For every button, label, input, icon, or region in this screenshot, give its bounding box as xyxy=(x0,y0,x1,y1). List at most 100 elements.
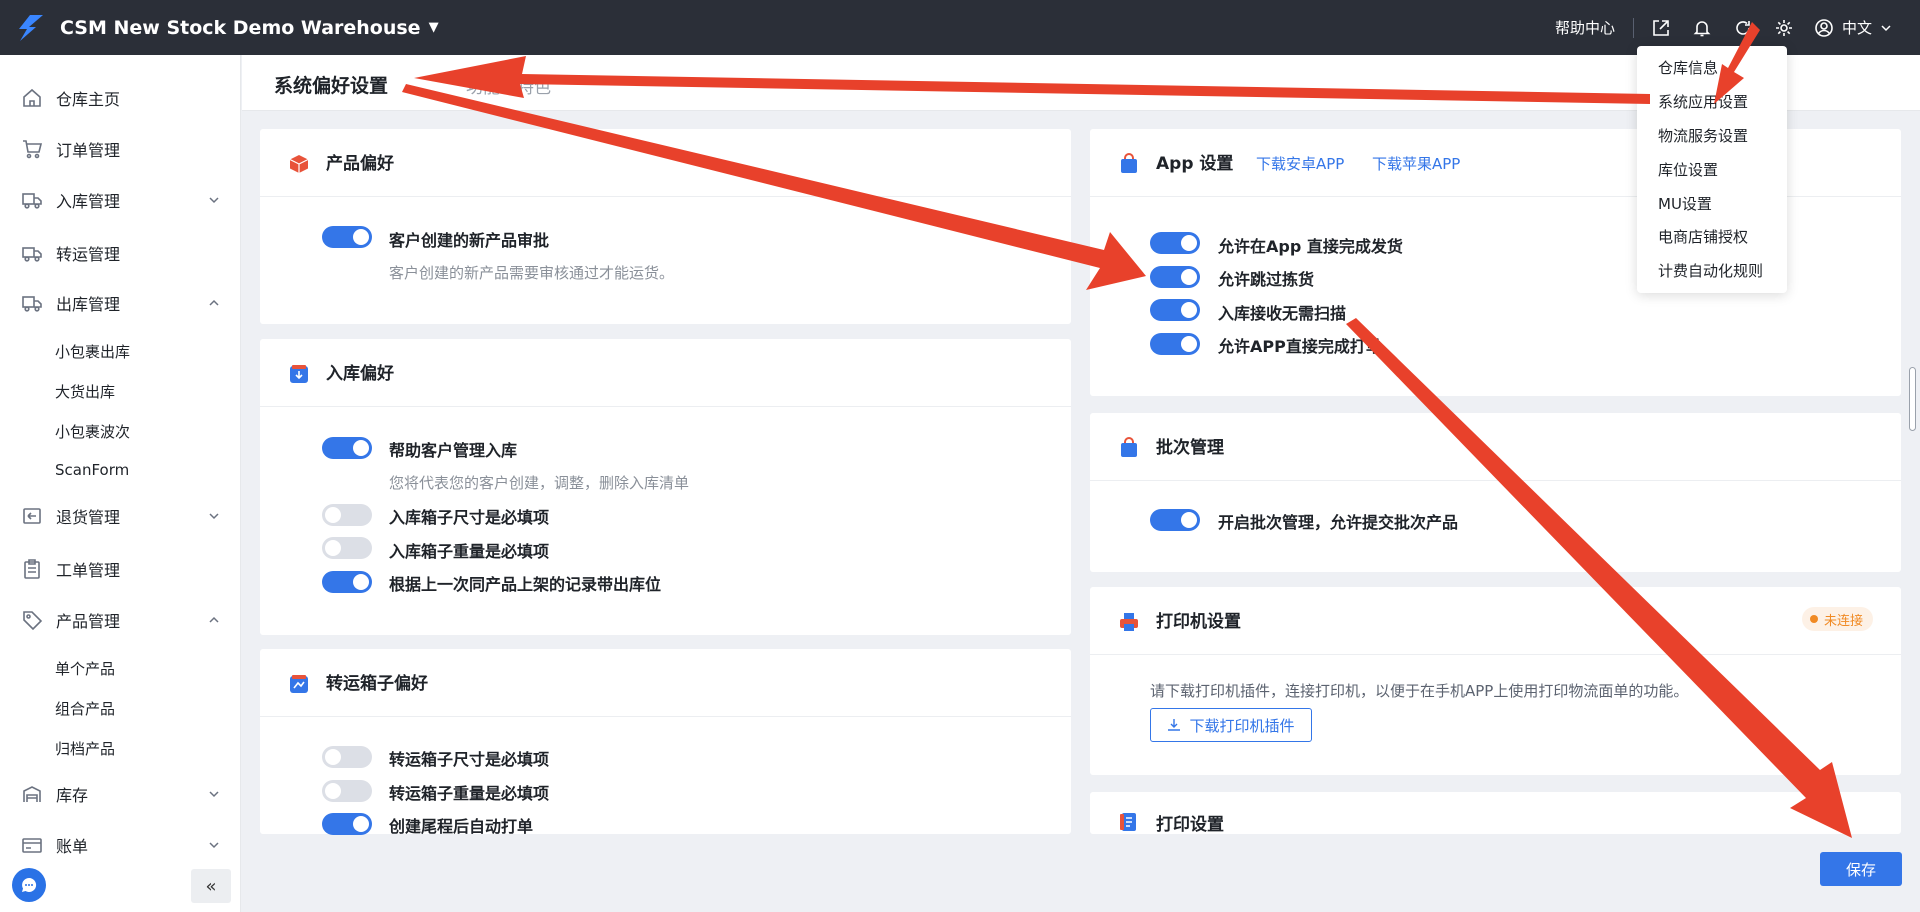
double-chevron-left-icon: « xyxy=(205,875,217,897)
outbound-truck-icon xyxy=(20,291,44,315)
sidebar-label: 退货管理 xyxy=(56,508,121,527)
menu-item-warehouse-info[interactable]: 仓库信息 xyxy=(1658,57,1718,78)
chevron-down-icon xyxy=(209,197,219,204)
home-icon xyxy=(20,86,44,110)
sidebar-item-transfer[interactable]: 转运管理 xyxy=(0,233,241,273)
card-title: 打印机设置 xyxy=(1156,612,1241,632)
menu-item-store-authorization[interactable]: 电商店铺授权 xyxy=(1658,226,1748,247)
option-description: 客户创建的新产品需要审核通过才能运货。 xyxy=(389,264,675,282)
option-label: 允许在App 直接完成发货 xyxy=(1218,237,1403,256)
chevron-up-icon xyxy=(209,299,219,306)
menu-item-location-settings[interactable]: 库位设置 xyxy=(1658,159,1718,180)
chevron-up-icon xyxy=(209,616,219,623)
sidebar-subitem[interactable]: 小包裹出库 xyxy=(55,341,130,362)
option-label: 开启批次管理，允许提交批次产品 xyxy=(1218,513,1459,532)
sidebar-item-products[interactable]: 产品管理 xyxy=(0,600,241,640)
product-preference-card: 产品偏好 客户创建的新产品审批 客户创建的新产品需要审核通过才能运货。 xyxy=(260,129,1071,324)
sidebar-item-orders[interactable]: 订单管理 xyxy=(0,129,241,169)
option-label: 帮助客户管理入库 xyxy=(389,441,518,460)
download-ios-app-link[interactable]: 下载苹果APP xyxy=(1372,153,1460,174)
sidebar-subitem[interactable]: ScanForm xyxy=(55,461,129,479)
download-printer-plugin-button[interactable]: 下载打印机插件 xyxy=(1150,708,1312,742)
sidebar-item-inventory[interactable]: 库存 xyxy=(0,774,241,814)
sidebar-subitem[interactable]: 大货出库 xyxy=(55,381,115,402)
sidebar: 仓库主页 订单管理 入库管理 转运管理 出库管理 小包裹出库 大货出库 小包裹波… xyxy=(0,55,241,912)
refresh-icon[interactable] xyxy=(1732,17,1754,39)
chat-bubble-icon[interactable] xyxy=(12,868,46,902)
option-label: 转运箱子重量是必填项 xyxy=(389,784,550,803)
collapse-sidebar-button[interactable]: « xyxy=(191,869,231,903)
sidebar-subitem[interactable]: 小包裹波次 xyxy=(55,421,130,442)
sidebar-item-tickets[interactable]: 工单管理 xyxy=(0,549,241,589)
toggle-transfer-box-size-required[interactable] xyxy=(322,746,372,768)
sidebar-subitem[interactable]: 归档产品 xyxy=(55,738,115,759)
menu-item-system-app-settings[interactable]: 系统应用设置 xyxy=(1658,91,1748,112)
shopping-bag-icon xyxy=(1121,153,1137,173)
toggle-skip-picking[interactable] xyxy=(1150,266,1200,288)
option-label: 客户创建的新产品审批 xyxy=(389,231,550,250)
app-title[interactable]: CSM New Stock Demo Warehouse xyxy=(60,17,421,39)
menu-item-logistics-service[interactable]: 物流服务设置 xyxy=(1658,125,1748,146)
sidebar-label: 库存 xyxy=(56,786,89,805)
chevron-down-icon xyxy=(209,791,219,798)
toggle-transfer-box-weight-required[interactable] xyxy=(322,780,372,802)
menu-item-billing-automation[interactable]: 计费自动化规则 xyxy=(1658,260,1763,281)
toggle-inbound-no-scan[interactable] xyxy=(1150,299,1200,321)
option-label: 转运箱子尺寸是必填项 xyxy=(389,750,550,769)
user-icon xyxy=(1815,18,1833,37)
transfer-box-preference-card: 转运箱子偏好 转运箱子尺寸是必填项 转运箱子重量是必填项 创建尾程后自动打单 xyxy=(260,649,1071,836)
tab-features[interactable]: 功能与特色 xyxy=(466,73,551,98)
toggle-help-manage-inbound[interactable] xyxy=(322,437,372,459)
sidebar-label: 工单管理 xyxy=(56,561,121,580)
toggle-auto-location[interactable] xyxy=(322,571,372,593)
sidebar-subitem[interactable]: 组合产品 xyxy=(55,698,115,719)
scrollbar-thumb[interactable] xyxy=(1909,367,1916,431)
sidebar-item-inbound[interactable]: 入库管理 xyxy=(0,180,241,220)
chevron-down-icon xyxy=(209,842,219,849)
logo-icon[interactable] xyxy=(14,11,48,45)
chevron-down-icon xyxy=(209,513,219,520)
printer-description: 请下载打印机插件，连接打印机，以便于在手机APP上使用打印物流面单的功能。 xyxy=(1150,682,1689,700)
sidebar-label: 账单 xyxy=(56,837,89,856)
download-android-app-link[interactable]: 下载安卓APP xyxy=(1256,153,1344,174)
save-button[interactable]: 保存 xyxy=(1820,852,1902,886)
inbound-truck-icon xyxy=(20,188,44,212)
download-icon xyxy=(1168,719,1181,731)
settings-gear-icon[interactable] xyxy=(1773,17,1795,39)
option-label: 入库接收无需扫描 xyxy=(1218,304,1347,323)
sidebar-subitem[interactable]: 单个产品 xyxy=(55,658,115,679)
toggle-batch-management[interactable] xyxy=(1150,509,1200,531)
card-title: 批次管理 xyxy=(1156,438,1224,458)
sidebar-label: 产品管理 xyxy=(56,612,121,631)
option-label: 入库箱子尺寸是必填项 xyxy=(389,508,550,527)
divider xyxy=(1632,17,1634,38)
card-title: 入库偏好 xyxy=(326,364,394,384)
toggle-product-approval[interactable] xyxy=(322,226,372,248)
sidebar-item-home[interactable]: 仓库主页 xyxy=(0,78,241,118)
sidebar-item-returns[interactable]: 退货管理 xyxy=(0,496,241,536)
product-box-icon xyxy=(289,155,309,173)
inbound-preference-card: 入库偏好 帮助客户管理入库 您将代表您的客户创建，调整，删除入库清单 入库箱子尺… xyxy=(260,339,1071,635)
toggle-inbound-box-size-required[interactable] xyxy=(322,504,372,526)
tag-icon xyxy=(20,608,44,632)
caret-down-icon[interactable]: ▼ xyxy=(429,20,439,35)
batch-bag-icon xyxy=(1121,437,1137,457)
printer-icon xyxy=(1120,613,1138,631)
toggle-inbound-box-weight-required[interactable] xyxy=(322,537,372,559)
transfer-truck-icon xyxy=(20,241,44,265)
page-title[interactable]: 系统偏好设置 xyxy=(274,71,388,98)
menu-item-mu-settings[interactable]: MU设置 xyxy=(1658,193,1712,214)
inbound-box-icon xyxy=(290,365,308,383)
bell-icon[interactable] xyxy=(1691,17,1713,39)
toggle-auto-print-last-mile[interactable] xyxy=(322,813,372,835)
toggle-app-print-label[interactable] xyxy=(1150,333,1200,355)
card-title: 转运箱子偏好 xyxy=(326,674,428,694)
help-center-link[interactable]: 帮助中心 xyxy=(1555,17,1615,38)
sidebar-item-outbound[interactable]: 出库管理 xyxy=(0,283,241,323)
language-switcher[interactable]: 中文 xyxy=(1814,17,1900,38)
status-badge: 未连接 xyxy=(1802,607,1874,631)
sidebar-item-billing[interactable]: 账单 xyxy=(0,825,241,865)
export-icon[interactable] xyxy=(1650,17,1672,39)
toggle-app-complete-shipping[interactable] xyxy=(1150,232,1200,254)
card-title: App 设置 xyxy=(1156,154,1234,174)
